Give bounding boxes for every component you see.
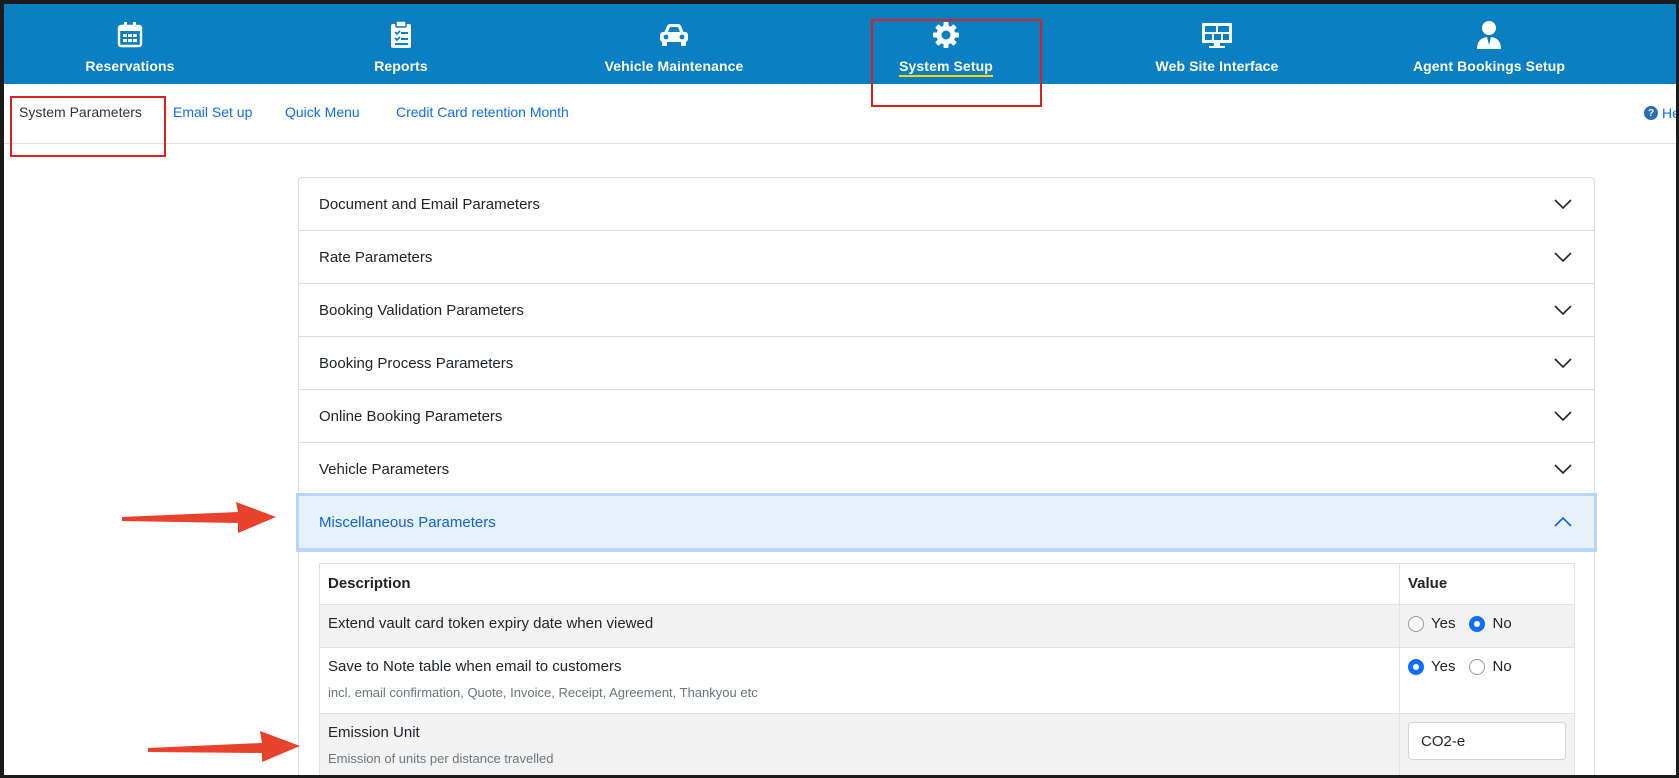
accordion-label: Online Booking Parameters — [319, 407, 503, 425]
radio-label: Yes — [1431, 658, 1456, 675]
radio-button[interactable] — [1469, 658, 1486, 675]
top-navigation: Reservations Reports Vehicle Maintenance… — [4, 4, 1676, 84]
nav-label: Vehicle Maintenance — [604, 58, 744, 74]
radio-yes[interactable]: Yes — [1408, 615, 1455, 632]
table-row: Extend vault card token expiry date when… — [319, 604, 1575, 648]
row-value: Yes No — [1399, 604, 1575, 648]
agent-icon — [1475, 20, 1503, 50]
accordion-vehicle-parameters[interactable]: Vehicle Parameters — [299, 443, 1594, 496]
nav-label: System Setup — [899, 58, 993, 77]
yes-no-radio-group: Yes No — [1408, 658, 1566, 675]
parameters-table: Description Value Extend vault card toke… — [319, 563, 1575, 775]
accordion-booking-validation-parameters[interactable]: Booking Validation Parameters — [299, 284, 1594, 337]
nav-agent-bookings-setup[interactable]: Agent Bookings Setup — [1404, 4, 1574, 84]
help-icon: ? — [1644, 106, 1658, 120]
row-description: Save to Note table when email to custome… — [319, 647, 1400, 714]
accordion-booking-process-parameters[interactable]: Booking Process Parameters — [299, 337, 1594, 390]
radio-label: No — [1492, 658, 1512, 675]
clipboard-icon — [388, 20, 414, 50]
row-description-note: Emission of units per distance travelled — [328, 751, 554, 766]
accordion-miscellaneous-parameters[interactable]: Miscellaneous Parameters — [299, 496, 1594, 549]
column-header-value: Value — [1399, 563, 1575, 605]
miscellaneous-parameters-body: Description Value Extend vault card toke… — [299, 549, 1594, 775]
accordion-label: Document and Email Parameters — [319, 195, 540, 213]
radio-button[interactable] — [1408, 615, 1424, 632]
row-description-note: incl. email confirmation, Quote, Invoice… — [328, 685, 758, 700]
accordion-label: Vehicle Parameters — [319, 460, 450, 478]
row-description: Emission Unit Emission of units per dist… — [319, 713, 1400, 775]
row-description: Extend vault card token expiry date when… — [319, 604, 1400, 648]
accordion-label: Booking Validation Parameters — [319, 301, 524, 319]
row-description-text: Extend vault card token expiry date when… — [328, 615, 654, 632]
help-label: He — [1662, 105, 1679, 121]
annotation-arrow-icon — [148, 731, 300, 762]
tab-email-set-up[interactable]: Email Set up — [173, 104, 252, 120]
calendar-icon — [116, 20, 144, 50]
radio-button-selected[interactable] — [1408, 658, 1424, 675]
table-row: Emission Unit Emission of units per dist… — [319, 713, 1575, 775]
accordion-online-booking-parameters[interactable]: Online Booking Parameters — [299, 390, 1594, 443]
accordion-label: Booking Process Parameters — [319, 354, 514, 372]
accordion-label: Rate Parameters — [319, 248, 433, 266]
app-window: Reservations Reports Vehicle Maintenance… — [0, 0, 1679, 778]
gear-icon — [932, 20, 960, 50]
nav-label: Reports — [374, 58, 428, 74]
nav-web-site-interface[interactable]: Web Site Interface — [1147, 4, 1287, 84]
chevron-down-icon — [1554, 199, 1572, 210]
nav-label: Reservations — [85, 58, 175, 74]
subtabs-bar: System Parameters Email Set up Quick Men… — [4, 84, 1676, 144]
chevron-up-icon — [1554, 516, 1572, 527]
radio-label: No — [1492, 615, 1512, 632]
chevron-down-icon — [1554, 358, 1572, 369]
nav-reservations[interactable]: Reservations — [70, 4, 190, 84]
parameters-accordion: Document and Email Parameters Rate Param… — [298, 177, 1595, 775]
table-header-row: Description Value — [319, 563, 1575, 605]
monitor-icon — [1201, 20, 1233, 50]
yes-no-radio-group: Yes No — [1408, 615, 1566, 632]
row-value — [1399, 713, 1575, 775]
car-icon — [658, 20, 690, 50]
tab-quick-menu[interactable]: Quick Menu — [285, 104, 360, 120]
chevron-down-icon — [1554, 305, 1572, 316]
annotation-arrow-icon — [122, 502, 276, 533]
radio-no[interactable]: No — [1469, 658, 1512, 675]
tab-system-parameters[interactable]: System Parameters — [19, 104, 142, 120]
nav-label: Web Site Interface — [1155, 58, 1279, 74]
emission-unit-input[interactable] — [1408, 722, 1566, 760]
column-header-description: Description — [319, 563, 1400, 605]
chevron-down-icon — [1554, 464, 1572, 475]
radio-label: Yes — [1431, 615, 1456, 632]
chevron-down-icon — [1554, 411, 1572, 422]
nav-vehicle-maintenance[interactable]: Vehicle Maintenance — [594, 4, 754, 84]
accordion-label: Miscellaneous Parameters — [319, 513, 496, 531]
nav-system-setup[interactable]: System Setup — [876, 4, 1016, 84]
accordion-rate-parameters[interactable]: Rate Parameters — [299, 231, 1594, 284]
row-value: Yes No — [1399, 647, 1575, 714]
chevron-down-icon — [1554, 252, 1572, 263]
accordion-document-and-email-parameters[interactable]: Document and Email Parameters — [299, 178, 1594, 231]
table-row: Save to Note table when email to custome… — [319, 647, 1575, 714]
radio-no[interactable]: No — [1469, 615, 1512, 632]
nav-label: Agent Bookings Setup — [1412, 58, 1566, 74]
help-link[interactable]: ? He — [1644, 105, 1679, 121]
tab-credit-card-retention-month[interactable]: Credit Card retention Month — [396, 104, 569, 120]
radio-yes[interactable]: Yes — [1408, 658, 1455, 675]
nav-reports[interactable]: Reports — [341, 4, 461, 84]
row-description-text: Save to Note table when email to custome… — [328, 658, 622, 675]
row-description-text: Emission Unit — [328, 724, 420, 741]
radio-button-selected[interactable] — [1469, 615, 1486, 632]
